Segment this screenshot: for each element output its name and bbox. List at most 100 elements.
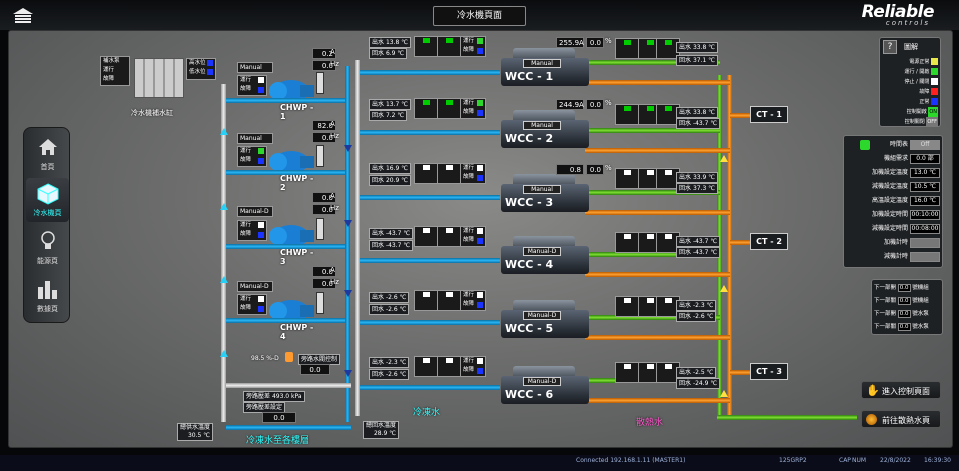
chwp-pump[interactable]: CHWP - 3 (262, 221, 320, 266)
schedule-row: 時間表 Off (846, 139, 940, 151)
row-value: 0.0 (897, 323, 911, 331)
row-value[interactable]: 00:08:00 (910, 224, 940, 234)
row-key: 下一部關 (874, 324, 897, 330)
deg-unit: ℃ (401, 39, 408, 46)
legend-title: 圖解 (904, 43, 918, 51)
nav-energy[interactable]: 能源頁 (26, 226, 69, 270)
hz-unit: Hz (330, 278, 339, 286)
fault-led (477, 302, 483, 308)
pct-unit: % (605, 37, 612, 45)
chwp-pump[interactable]: CHWP - 4 (262, 296, 320, 341)
cond-out-temp: 出水 33.9 ℃ (676, 172, 718, 183)
flow-arrow-icon (720, 390, 728, 397)
row-value[interactable]: 16.0 ℃ (910, 196, 940, 206)
status-led (623, 298, 631, 303)
low-level-led (207, 69, 213, 75)
status-led (664, 364, 672, 369)
bulb-icon (41, 231, 55, 249)
deg-unit: ℃ (399, 294, 407, 301)
ct-pipe (730, 370, 750, 375)
legend-item: 正常 (882, 97, 938, 107)
chiller-status: 運行 故障 (460, 98, 486, 119)
cond-return-pipe (727, 75, 732, 415)
out-value: 13.8 (385, 39, 400, 46)
cooling-tower-3[interactable]: CT - 3 (750, 363, 788, 380)
nav-home[interactable]: 首頁 (26, 132, 69, 176)
row-value[interactable]: 13.0 ℃ (910, 168, 940, 178)
ch-status-box (437, 356, 461, 377)
deg-unit: ℃ (401, 165, 408, 172)
chiller-status: 運行 故障 (460, 290, 486, 311)
supply-label: 總供水溫度 (180, 424, 211, 431)
chiller-unit[interactable]: Manual-D WCC - 6 (495, 358, 590, 410)
chiller-ret-temp: 回水 6.9 ℃ (369, 48, 408, 59)
ret-label: 回水 (372, 50, 385, 57)
page-title: 冷水機頁面 (433, 6, 526, 26)
row-value: 0.0 (897, 310, 911, 318)
chiller-out-temp: 出水 13.7 ℃ (369, 99, 411, 110)
enter-control-button[interactable]: ✋ 進入控制頁面 (861, 381, 941, 399)
chiller-status: 運行 故障 (460, 356, 486, 377)
tank-level-status: 高水位 低水位 (186, 58, 216, 80)
schedule-row: 高溫設定溫度 16.0 ℃ (846, 195, 940, 207)
supply-temp: 總供水溫度 30.5 ℃ (177, 423, 214, 441)
chiller-ret-temp: 回水 20.9 ℃ (369, 175, 411, 186)
out-label: 出水 (372, 39, 385, 46)
makeup-tank[interactable] (134, 58, 184, 98)
fault-led (477, 238, 483, 244)
cond-main-pipe (717, 415, 857, 420)
cooling-tower-1[interactable]: CT - 1 (750, 106, 788, 123)
cool-status-box (414, 356, 438, 377)
status-led (422, 165, 430, 170)
out-label: 出水 (679, 302, 692, 309)
chiller-status: 運行 故障 (460, 226, 486, 247)
deg-unit: ℃ (710, 380, 718, 387)
status-led (445, 358, 453, 363)
nav-chiller[interactable]: 冷水機頁 (26, 178, 69, 222)
nav-data[interactable]: 數據頁 (26, 274, 69, 318)
pump-mode[interactable]: Manual-D (237, 206, 273, 217)
chiller-out-temp: 出水 -43.7 ℃ (369, 228, 414, 239)
pump-mode[interactable]: Manual (237, 133, 273, 144)
bypass-valve-icon[interactable] (285, 352, 293, 362)
chiller-unit[interactable]: Manual-D WCC - 5 (495, 292, 590, 344)
chiller-mode: Manual (523, 121, 561, 130)
chwp-pump[interactable]: CHWP - 1 (262, 76, 320, 121)
bypass-pressure: 旁路壓差 493.0 kPa (243, 391, 305, 402)
legend-item: 運行 / 開啟 (882, 67, 938, 77)
pump-mode[interactable]: Manual-D (237, 281, 273, 292)
next-row: 下一部開 0.0 號機組 (874, 282, 940, 294)
flow-arrow-icon (720, 155, 728, 162)
out-value: -43.7 (385, 230, 402, 237)
amp-unit: A (330, 120, 335, 128)
chwp-pump[interactable]: CHWP - 2 (262, 147, 320, 192)
schedule-toggle[interactable]: Off (910, 140, 940, 150)
chw-bottom-pipe (226, 425, 351, 430)
run-led (477, 292, 483, 298)
status-led (422, 100, 430, 105)
chiller-mode: Manual-D (523, 247, 561, 256)
cond-out-value: -2.5 (692, 369, 705, 376)
row-unit: 號機組 (912, 285, 929, 291)
row-value[interactable]: 10.5 ℃ (910, 182, 940, 192)
pump-mode[interactable]: Manual (237, 62, 273, 73)
go-cooling-button[interactable]: 前往散熱水頁 (861, 410, 941, 428)
row-unit: 號水泵 (912, 324, 929, 330)
chiller-status: 運行 故障 (460, 163, 486, 184)
cond-ret-value: -43.7 (692, 249, 709, 256)
pump-name: CHWP - 1 (280, 103, 314, 121)
legend-label: 運行 / 開啟 (904, 69, 930, 75)
out-label: 出水 (372, 294, 385, 301)
out-label: 出水 (679, 109, 692, 116)
help-icon[interactable]: ? (883, 40, 897, 54)
status-led (664, 298, 672, 303)
chiller-unit[interactable]: Manual-D WCC - 4 (495, 228, 590, 280)
deg-unit: ℃ (708, 57, 715, 64)
chiller-pct: 0.0 (586, 99, 604, 110)
cooling-tower-2[interactable]: CT - 2 (750, 233, 788, 250)
row-value: 0.0 (897, 297, 911, 305)
row-value[interactable]: 00:10:00 (910, 210, 940, 220)
building-icon[interactable] (13, 8, 33, 25)
bypass-pipe (226, 383, 351, 388)
chiller-pct: 0.0 (586, 37, 604, 48)
